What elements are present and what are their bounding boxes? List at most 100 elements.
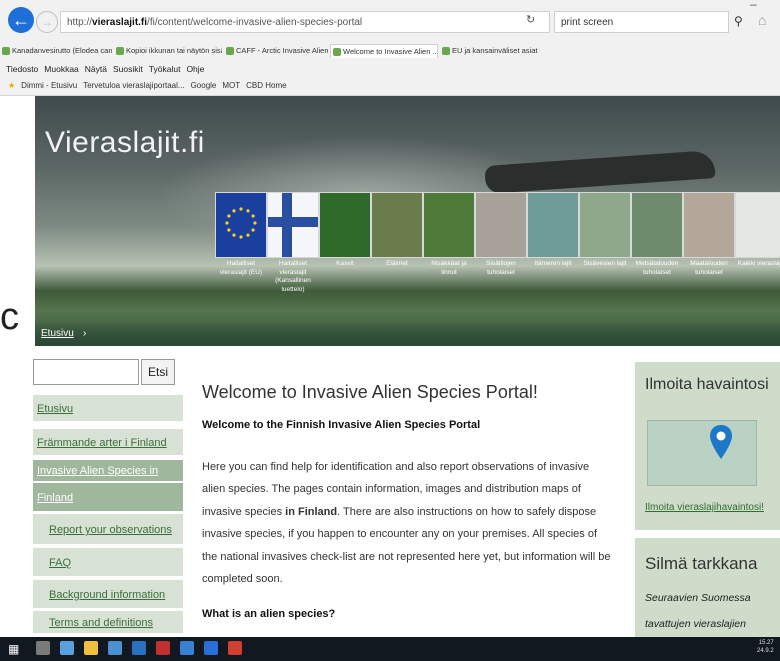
- address-bar[interactable]: http://vieraslajit.fi/fi/content/welcome…: [60, 11, 550, 33]
- breadcrumb: Etusivu ›: [35, 324, 780, 346]
- category-label: Metsätalouden tuholaiset: [635, 260, 679, 276]
- category-thumbnail: [319, 192, 371, 258]
- observation-map-image[interactable]: [647, 420, 757, 486]
- site-banner: Vieraslajit.fi Haitalliset vieraslajit (…: [35, 96, 780, 346]
- section-heading: What is an alien species?: [202, 608, 336, 620]
- category-label: Sisävesien lajit: [583, 260, 627, 267]
- menu-item[interactable]: Suosikit: [113, 64, 143, 74]
- category-thumbnail: [735, 192, 780, 258]
- category-tile[interactable]: Itämeren lajit: [527, 192, 579, 342]
- url-prefix: http://: [67, 17, 93, 28]
- favorite-link[interactable]: CBD Home: [246, 81, 286, 90]
- clock-date: 24.9.2: [757, 648, 774, 654]
- category-thumbnail: [683, 192, 735, 258]
- sidebar-item[interactable]: FAQ: [33, 548, 183, 578]
- browser-tab[interactable]: Kanadanvesirutto (Elodea cana...: [0, 44, 112, 58]
- watch-card-title: Silmä tarkkana: [645, 554, 758, 573]
- eu-flag-icon: [225, 207, 257, 239]
- breadcrumb-home-link[interactable]: Etusivu: [41, 328, 74, 339]
- category-tile[interactable]: Sisätilojen tuholaiset: [475, 192, 527, 342]
- sidebar-item[interactable]: Invasive Alien Species in: [33, 460, 183, 483]
- category-label: Kaikki vieraslajit: [737, 260, 780, 267]
- map-pin-icon: [710, 425, 732, 459]
- task-view-icon[interactable]: [60, 641, 74, 655]
- menu-item[interactable]: Työkalut: [149, 64, 181, 74]
- search-icon[interactable]: ⚲: [734, 14, 743, 28]
- favorite-link[interactable]: Dimmi - Etusivu: [21, 81, 77, 90]
- clock-time: 15.27: [758, 640, 774, 646]
- category-tile[interactable]: Kaikki vieraslajit: [735, 192, 780, 342]
- browser-search-input[interactable]: print screen: [554, 11, 729, 33]
- watch-card-line-2: tavattujen vieraslajien: [645, 618, 746, 630]
- browser-tab[interactable]: Kopioi ikkunan tai näytön sisält...: [114, 44, 222, 58]
- edge-icon[interactable]: [204, 641, 218, 655]
- site-title[interactable]: Vieraslajit.fi: [45, 126, 205, 160]
- sidebar-item[interactable]: Finland: [33, 483, 183, 513]
- category-label: Itämeren lajit: [534, 260, 572, 267]
- file-explorer-icon[interactable]: [84, 641, 98, 655]
- page-title: Welcome to Invasive Alien Species Portal…: [202, 382, 538, 402]
- menu-item[interactable]: Ohje: [186, 64, 204, 74]
- browser-tab[interactable]: CAFF - Arctic Invasive Alien Sp...: [224, 44, 328, 58]
- store-icon[interactable]: [108, 641, 122, 655]
- report-card: Ilmoita havaintosi Ilmoita vieraslajihav…: [635, 362, 780, 530]
- category-thumbnail: [423, 192, 475, 258]
- category-tile[interactable]: Haitalliset vieraslajit (EU): [215, 192, 267, 342]
- category-label: Haitalliset vieraslajit (EU): [219, 260, 263, 276]
- address-row: ← → http://vieraslajit.fi/fi/content/wel…: [0, 0, 780, 42]
- pdf-icon[interactable]: [228, 641, 242, 655]
- category-label: Sisätilojen tuholaiset: [486, 260, 516, 276]
- site-search-input[interactable]: [33, 359, 139, 385]
- watch-card: Silmä tarkkana Seuraavien Suomessa tavat…: [635, 538, 780, 637]
- back-button[interactable]: ←: [8, 7, 34, 33]
- menu-bar: Tiedosto Muokkaa Näytä Suosikit Työkalut Ohje: [0, 62, 780, 76]
- forward-button[interactable]: →: [36, 11, 58, 33]
- home-icon[interactable]: ⌂: [758, 12, 766, 28]
- category-label: Kasvit: [336, 260, 354, 267]
- category-tile[interactable]: Maatalouden tuholaiset: [683, 192, 735, 342]
- category-thumbnail: [215, 192, 267, 258]
- sidebar-item[interactable]: Background information: [33, 580, 183, 610]
- favorites-star-icon[interactable]: ★: [8, 81, 15, 90]
- report-card-title: Ilmoita havaintosi: [645, 376, 769, 393]
- sidebar-item[interactable]: Etusivu: [33, 395, 183, 423]
- menu-item[interactable]: Muokkaa: [44, 64, 79, 74]
- category-tile[interactable]: Metsätalouden tuholaiset: [631, 192, 683, 342]
- app-icon[interactable]: [156, 641, 170, 655]
- category-tile[interactable]: Nisäkkäat ja linnut: [423, 192, 475, 342]
- windows-start-icon[interactable]: ▦: [8, 642, 19, 656]
- tab-strip: Kanadanvesirutto (Elodea cana... Kopioi i…: [0, 42, 780, 60]
- system-tray: [540, 643, 750, 655]
- clock[interactable]: 15.27 24.9.2: [757, 639, 774, 655]
- app-icon[interactable]: [180, 641, 194, 655]
- search-button[interactable]: Etsi: [141, 359, 175, 385]
- favorite-link[interactable]: MOT: [222, 81, 240, 90]
- favorite-link[interactable]: Google: [191, 81, 217, 90]
- category-thumbnail: [579, 192, 631, 258]
- menu-item[interactable]: Näytä: [85, 64, 107, 74]
- intro-text-bold: in Finland: [285, 505, 338, 518]
- refresh-icon[interactable]: ↻: [526, 13, 535, 26]
- favorite-link[interactable]: Tervetuloa vieraslajiportaal...: [83, 81, 184, 90]
- minimize-icon[interactable]: –: [750, 0, 757, 11]
- category-tile[interactable]: Haitalliset vieraslajit (Kansallinen lue…: [267, 192, 319, 342]
- category-label: Nisäkkäat ja linnut: [431, 260, 467, 276]
- taskbar: ▦ 15.27 24.9.2: [0, 637, 780, 661]
- sidebar-item[interactable]: Främmande arter i Finland: [33, 429, 183, 457]
- browser-chrome: ← → http://vieraslajit.fi/fi/content/wel…: [0, 0, 780, 96]
- window-edge-glyph: c: [0, 296, 19, 338]
- category-tile[interactable]: Sisävesien lajit: [579, 192, 631, 342]
- category-tile[interactable]: Eläimet: [371, 192, 423, 342]
- finland-flag-icon: [268, 193, 318, 257]
- search-icon[interactable]: [36, 641, 50, 655]
- report-observation-link[interactable]: Ilmoita vieraslajihavaintosi!: [645, 502, 764, 513]
- ie-browser-icon[interactable]: [132, 641, 146, 655]
- browser-tab[interactable]: EU ja kansainväliset asiat - Ma...: [440, 44, 540, 58]
- menu-item[interactable]: Tiedosto: [6, 64, 38, 74]
- category-label: Eläimet: [386, 260, 408, 267]
- category-thumbnail: [527, 192, 579, 258]
- category-tile[interactable]: Kasvit: [319, 192, 371, 342]
- sidebar-item[interactable]: Report your observations: [33, 514, 183, 546]
- browser-tab[interactable]: Welcome to Invasive Alien ...: [330, 44, 438, 58]
- sidebar-item[interactable]: Terms and definitions: [33, 611, 183, 635]
